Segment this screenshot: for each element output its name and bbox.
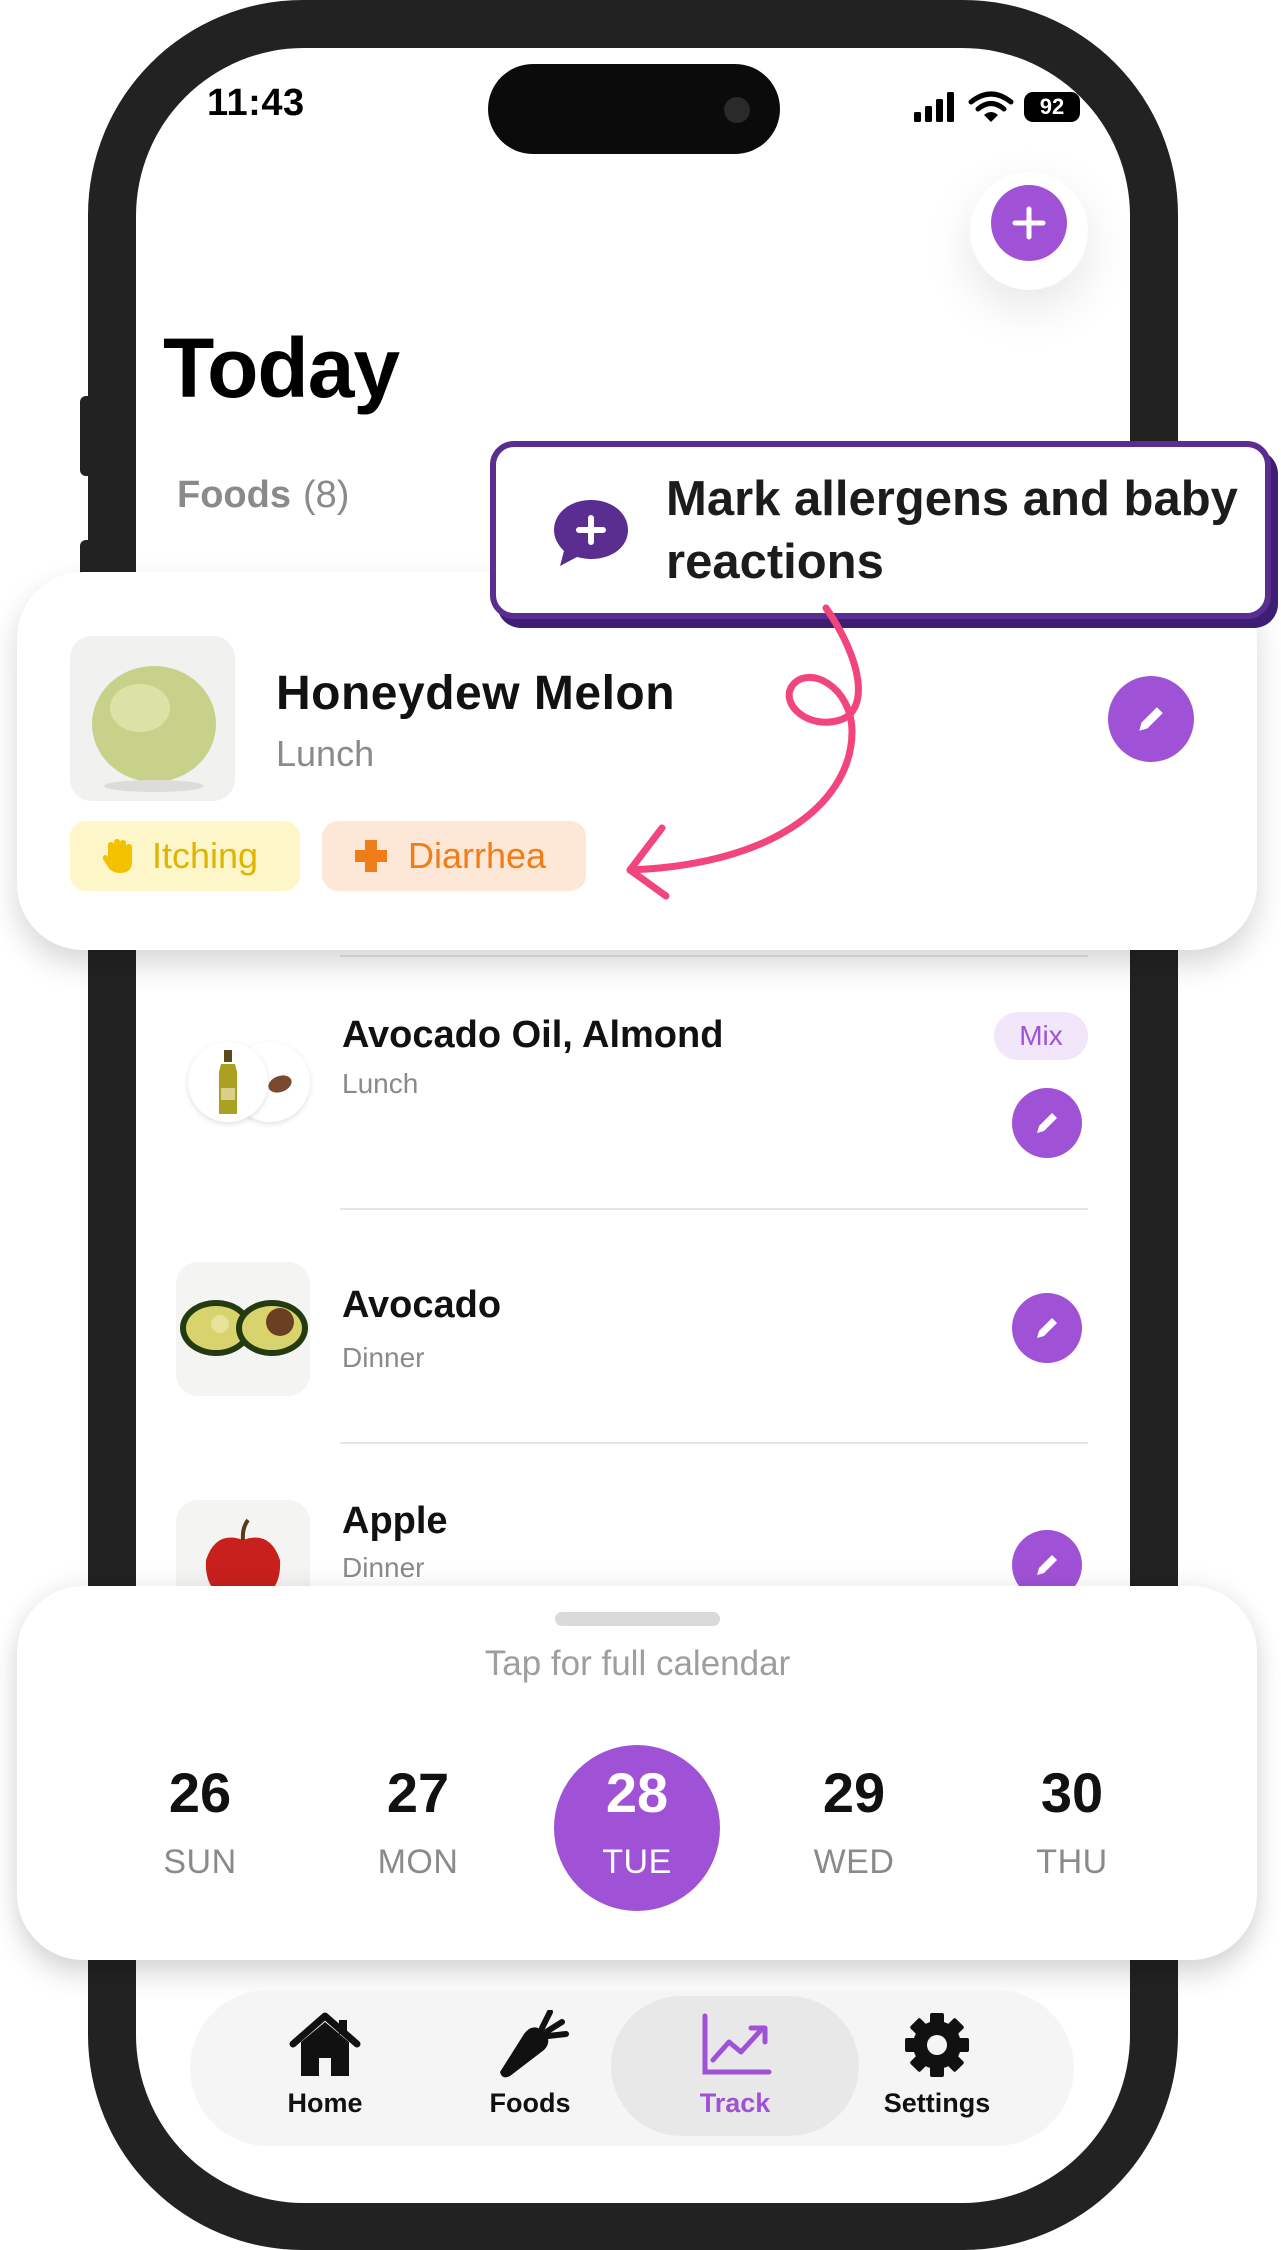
list-item[interactable]: Apple Dinner: [170, 1498, 1100, 1634]
add-food-button[interactable]: [991, 185, 1067, 261]
reaction-label: Itching: [152, 835, 259, 876]
day-name: THU: [1036, 1843, 1108, 1881]
page-title: Today: [163, 321, 400, 415]
sheet-grabber[interactable]: [555, 1612, 720, 1626]
day-number: 29: [822, 1761, 886, 1824]
day-number: 30: [1040, 1761, 1104, 1824]
tab-foods[interactable]: Foods: [445, 2010, 615, 2119]
day-number: 26: [168, 1761, 232, 1824]
avocado-thumbnail: [176, 1262, 310, 1396]
tab-label: Foods: [489, 2088, 571, 2118]
status-icons: 92: [912, 88, 1092, 128]
tab-label: Track: [699, 2088, 771, 2118]
signal-icon: [914, 92, 954, 122]
day-name: MON: [377, 1843, 459, 1881]
chart-trend-icon: [702, 2013, 772, 2075]
day-name: TUE: [602, 1843, 672, 1881]
oil-thumbnail: [188, 1042, 268, 1122]
phone-side-button: [80, 396, 96, 476]
pencil-icon: [1139, 707, 1163, 731]
calendar-day-selected[interactable]: 28 TUE: [552, 1760, 722, 1882]
tooltip-text: Mark allergens and baby reactions: [666, 472, 1238, 589]
foods-tab[interactable]: Foods (8): [177, 474, 349, 517]
raised-hand-icon: [100, 837, 134, 875]
list-item[interactable]: Avocado Dinner: [170, 1262, 1100, 1422]
food-meal: Lunch: [342, 1068, 419, 1099]
foods-tab-label: Foods: [177, 474, 291, 516]
plus-cross-icon: [352, 837, 390, 875]
honeydew-thumbnail: [70, 636, 235, 801]
food-name: Avocado Oil, Almond: [342, 1014, 724, 1056]
list-divider: [340, 1442, 1088, 1444]
food-meal: Dinner: [342, 1552, 425, 1583]
avocado-icon: [176, 1262, 310, 1396]
featured-food-meal: Lunch: [276, 733, 375, 774]
tab-label: Home: [287, 2088, 363, 2118]
oil-bottle-icon: [219, 1050, 237, 1114]
reaction-label: Diarrhea: [408, 835, 547, 876]
day-name: WED: [813, 1843, 895, 1881]
reaction-tag-diarrhea[interactable]: Diarrhea: [322, 821, 586, 891]
status-time: 11:43: [207, 82, 305, 124]
food-meal: Dinner: [342, 1342, 425, 1373]
list-divider: [340, 1208, 1088, 1210]
mix-badge: Mix: [994, 1012, 1088, 1060]
edit-food-button[interactable]: [1012, 1293, 1082, 1363]
edit-featured-food-button[interactable]: [1108, 676, 1194, 762]
calendar-day[interactable]: 30 THU: [987, 1760, 1157, 1882]
food-name: Apple: [342, 1500, 448, 1542]
honeydew-melon-icon: [70, 636, 235, 801]
gear-icon: [905, 2013, 969, 2077]
pencil-icon: [1037, 1555, 1057, 1575]
camera-dot: [724, 97, 750, 123]
food-name: Avocado: [342, 1284, 502, 1326]
mix-food-thumbnail: [188, 1038, 310, 1128]
pencil-icon: [1037, 1113, 1057, 1133]
list-item[interactable]: Avocado Oil, Almond Lunch: [170, 1010, 1100, 1210]
edit-food-button[interactable]: [1012, 1088, 1082, 1158]
home-icon: [289, 2012, 361, 2076]
pencil-icon: [1037, 1318, 1057, 1338]
tab-label: Settings: [883, 2088, 991, 2118]
day-number: 28: [605, 1761, 669, 1824]
dynamic-island: [488, 64, 780, 154]
tab-home[interactable]: Home: [240, 2010, 410, 2119]
battery-indicator: 92: [1024, 92, 1080, 122]
reaction-tag-itching[interactable]: Itching: [70, 821, 300, 891]
curved-arrow-icon: [626, 604, 862, 900]
day-number: 27: [386, 1761, 450, 1824]
list-divider: [340, 955, 1088, 957]
calendar-day[interactable]: 26 SUN: [115, 1760, 285, 1882]
tab-track[interactable]: Track: [650, 2010, 820, 2119]
calendar-day[interactable]: 27 MON: [333, 1760, 503, 1882]
tab-settings[interactable]: Settings: [852, 2010, 1022, 2119]
calendar-hint: Tap for full calendar: [484, 1644, 791, 1683]
plus-icon: [1012, 206, 1046, 240]
calendar-day[interactable]: 29 WED: [769, 1760, 939, 1882]
chat-plus-icon: [550, 496, 632, 570]
carrot-icon: [500, 2010, 569, 2078]
wifi-icon: [968, 91, 1014, 122]
foods-tab-count: (8): [302, 474, 350, 516]
day-name: SUN: [163, 1843, 237, 1881]
